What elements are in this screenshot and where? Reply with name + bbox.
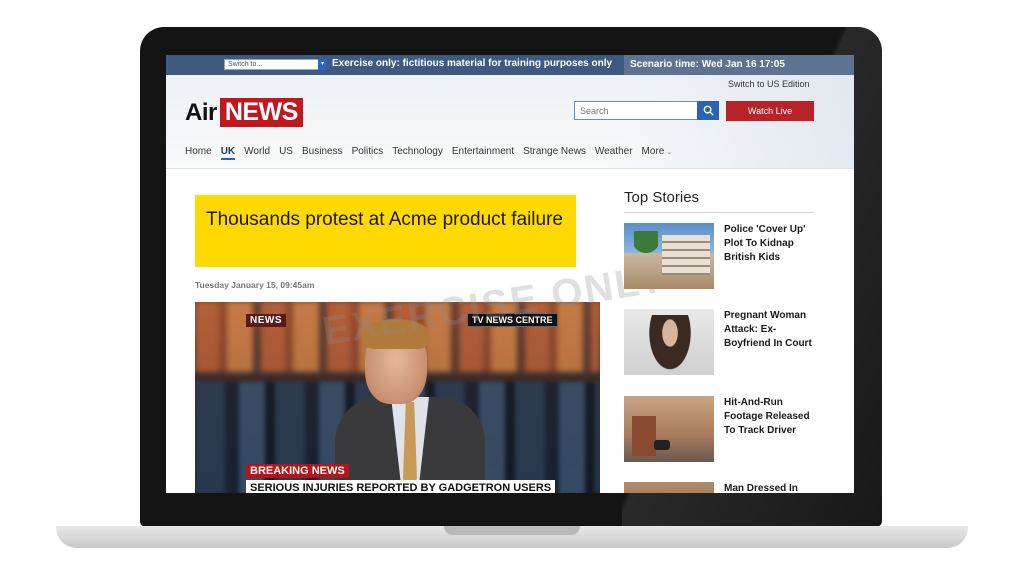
story-thumbnail[interactable]: [624, 223, 714, 289]
story-title[interactable]: Police 'Cover Up' Plot To Kidnap British…: [724, 223, 816, 265]
nav-item-entertainment[interactable]: Entertainment: [452, 146, 514, 157]
logo-badge: NEWS: [219, 98, 303, 127]
story-item[interactable]: Police 'Cover Up' Plot To Kidnap British…: [624, 223, 824, 303]
news-ticker: SERIOUS INJURIES REPORTED BY GADGETRON U…: [246, 480, 556, 493]
nav-item-politics[interactable]: Politics: [352, 146, 384, 157]
breaking-news-label: BREAKING NEWS: [246, 464, 349, 478]
scenario-time: Scenario time: Wed Jan 16 17:05: [624, 55, 854, 75]
main-nav: Home UK World US Business Politics Techn…: [185, 146, 681, 160]
story-item[interactable]: Pregnant Woman Attack: Ex-Boyfriend In C…: [624, 309, 824, 389]
nav-item-home[interactable]: Home: [185, 146, 212, 157]
nav-item-more[interactable]: More ⌄: [642, 146, 673, 157]
article-dateline: Tuesday January 15, 09:45am: [195, 280, 315, 290]
search-icon: [703, 105, 714, 116]
headline-box: Thousands protest at Acme product failur…: [195, 195, 576, 267]
switch-edition-link[interactable]: Switch to US Edition: [728, 79, 810, 89]
story-title[interactable]: Man Dressed In: [724, 482, 816, 493]
nav-item-business[interactable]: Business: [302, 146, 343, 157]
site-logo[interactable]: Air NEWS: [185, 98, 303, 127]
story-title[interactable]: Pregnant Woman Attack: Ex-Boyfriend In C…: [724, 309, 816, 351]
search-button[interactable]: [697, 101, 719, 120]
story-thumbnail[interactable]: [624, 396, 714, 462]
chevron-down-icon[interactable]: ▾: [318, 59, 327, 70]
nav-item-world[interactable]: World: [244, 146, 270, 157]
nav-item-weather[interactable]: Weather: [595, 146, 633, 157]
exercise-notice: Exercise only: fictitious material for t…: [332, 58, 613, 69]
video-news-badge: NEWS: [246, 314, 286, 327]
story-thumbnail[interactable]: [624, 309, 714, 375]
masthead: Switch to US Edition Air NEWS Watch Live…: [166, 75, 854, 169]
top-stories-heading: Top Stories: [624, 189, 700, 206]
nav-item-strange-news[interactable]: Strange News: [523, 146, 586, 157]
article-headline: Thousands protest at Acme product failur…: [206, 209, 563, 230]
search-input[interactable]: [574, 101, 698, 120]
nav-item-uk[interactable]: UK: [220, 146, 236, 160]
watch-live-button[interactable]: Watch Live: [726, 101, 814, 121]
story-title[interactable]: Hit-And-Run Footage Released To Track Dr…: [724, 396, 816, 438]
chevron-down-icon: ⌄: [664, 149, 673, 156]
story-item[interactable]: Man Dressed In: [624, 482, 824, 493]
browser-screen: Switch to... ▾ Exercise only: fictitious…: [166, 55, 854, 493]
nav-item-us[interactable]: US: [279, 146, 293, 157]
story-thumbnail[interactable]: [624, 482, 714, 493]
exercise-bar: Switch to... ▾ Exercise only: fictitious…: [166, 55, 854, 75]
nav-item-technology[interactable]: Technology: [392, 146, 443, 157]
laptop-notch: [444, 526, 580, 535]
switch-to-select[interactable]: Switch to...: [224, 59, 326, 70]
story-item[interactable]: Hit-And-Run Footage Released To Track Dr…: [624, 396, 824, 476]
logo-word: Air: [185, 98, 217, 126]
